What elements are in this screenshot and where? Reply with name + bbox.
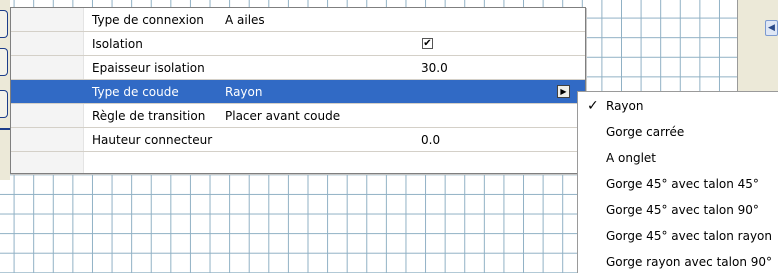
property-row-elbow-type[interactable]: Type de coude Rayon ▶ bbox=[11, 80, 585, 104]
dropdown-option-gorge-45-talon-rayon[interactable]: Gorge 45° avec talon rayon bbox=[578, 224, 778, 250]
dropdown-option-gorge-45-talon-45[interactable]: Gorge 45° avec talon 45° bbox=[578, 172, 778, 198]
dropdown-option-gorge-45-talon-90[interactable]: Gorge 45° avec talon 90° bbox=[578, 198, 778, 224]
property-row-connector-height[interactable]: Hauteur connecteur 0.0 bbox=[11, 128, 585, 152]
property-value[interactable]: A ailes bbox=[225, 13, 265, 27]
property-label: Règle de transition bbox=[92, 109, 206, 123]
dropdown-option-label: Gorge carrée bbox=[606, 125, 685, 139]
property-label: Epaisseur isolation bbox=[92, 61, 205, 75]
property-label: Type de coude bbox=[92, 85, 179, 99]
dropdown-option-label: Gorge 45° avec talon 90° bbox=[606, 203, 759, 217]
property-row-connection-type[interactable]: Type de connexion A ailes bbox=[11, 8, 585, 32]
dropdown-option-label: Gorge rayon avec talon 90° bbox=[606, 255, 773, 269]
left-edge-button-1[interactable] bbox=[0, 10, 8, 38]
property-value[interactable]: Placer avant coude bbox=[225, 109, 340, 123]
dropdown-option-rayon[interactable]: ✓ Rayon bbox=[578, 94, 778, 120]
property-row-transition-rule[interactable]: Règle de transition Placer avant coude bbox=[11, 104, 585, 128]
dropdown-option-label: A onglet bbox=[606, 151, 657, 165]
left-edge-button-3[interactable] bbox=[0, 90, 8, 118]
right-side-panel bbox=[737, 0, 778, 95]
property-value[interactable]: 0.0 bbox=[421, 133, 440, 147]
dropdown-option-label: Gorge 45° avec talon 45° bbox=[606, 177, 759, 191]
property-value[interactable]: 30.0 bbox=[421, 61, 448, 75]
dropdown-option-gorge-carree[interactable]: Gorge carrée bbox=[578, 120, 778, 146]
property-grid: Type de connexion A ailes Isolation ✔ Ep… bbox=[10, 7, 586, 174]
chevron-left-icon[interactable]: ◀ bbox=[765, 20, 778, 36]
selection-gutter bbox=[11, 80, 83, 103]
elbow-type-dropdown-list: ✓ Rayon Gorge carrée A onglet Gorge 45° … bbox=[577, 91, 778, 273]
property-row-insulation[interactable]: Isolation ✔ bbox=[11, 32, 585, 56]
property-label: Isolation bbox=[92, 37, 143, 51]
dropdown-option-label: Rayon bbox=[606, 99, 644, 113]
property-value[interactable]: Rayon bbox=[225, 85, 262, 99]
dropdown-option-gorge-rayon-talon-90[interactable]: Gorge rayon avec talon 90° bbox=[578, 250, 778, 276]
insulation-checkbox[interactable]: ✔ bbox=[422, 38, 433, 49]
dropdown-option-a-onglet[interactable]: A onglet bbox=[578, 146, 778, 172]
property-label: Hauteur connecteur bbox=[92, 133, 213, 147]
dropdown-arrow-icon[interactable]: ▶ bbox=[557, 85, 570, 98]
check-icon: ✓ bbox=[587, 98, 599, 114]
dropdown-option-label: Gorge 45° avec talon rayon bbox=[606, 229, 773, 243]
property-row-insulation-thickness[interactable]: Epaisseur isolation 30.0 bbox=[11, 56, 585, 80]
left-edge-button-2[interactable] bbox=[0, 48, 8, 76]
property-label: Type de connexion bbox=[92, 13, 204, 27]
